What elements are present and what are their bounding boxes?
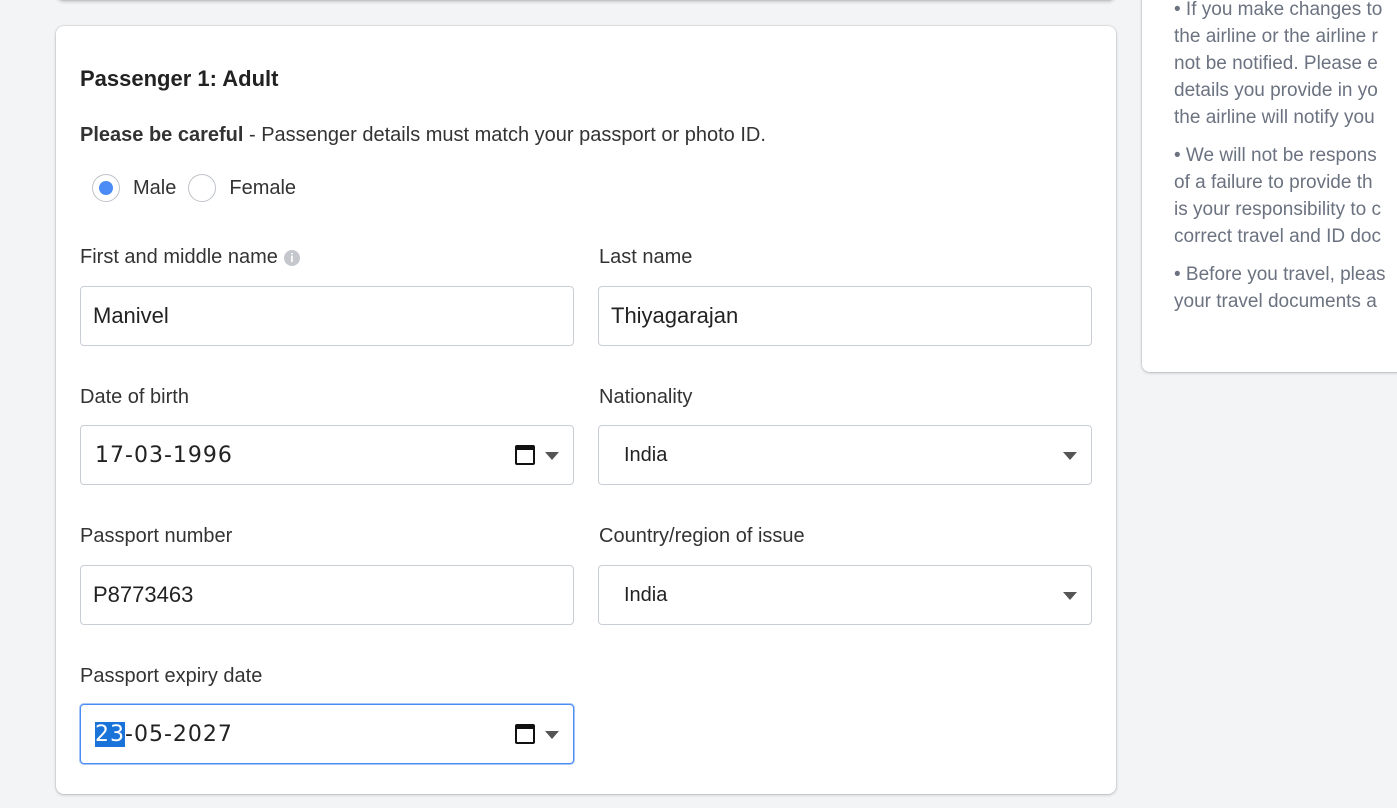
- passport-number-input[interactable]: P8773463: [80, 565, 574, 625]
- expiry-day[interactable]: 23: [95, 721, 125, 747]
- last-name-label: Last name: [599, 246, 693, 268]
- male-label[interactable]: Male: [133, 177, 176, 200]
- expiry-label: Passport expiry date: [80, 665, 263, 687]
- info-line: is your responsibility to c: [1174, 199, 1381, 220]
- nationality-label: Nationality: [599, 386, 693, 408]
- expiry-separator: -: [163, 721, 173, 747]
- info-line: the airline will notify you: [1174, 107, 1375, 128]
- chevron-down-icon: [1063, 452, 1077, 460]
- info-line: • Before you travel, pleas: [1174, 264, 1386, 285]
- nationality-select[interactable]: India: [598, 425, 1092, 485]
- male-radio[interactable]: [92, 174, 120, 202]
- passenger-notice: Please be careful - Passenger details mu…: [80, 124, 766, 147]
- dob-label: Date of birth: [80, 386, 189, 408]
- first-name-input[interactable]: Manivel: [80, 286, 574, 346]
- first-name-label-text: First and middle name: [80, 246, 278, 268]
- dob-month[interactable]: 03: [134, 443, 164, 468]
- last-name-value: Thiyagarajan: [611, 303, 739, 328]
- dob-day[interactable]: 17: [95, 443, 125, 468]
- expiry-year[interactable]: 2027: [173, 722, 233, 747]
- info-line: correct travel and ID doc: [1174, 226, 1381, 247]
- info-line: of a failure to provide th: [1174, 172, 1373, 193]
- issue-country-select[interactable]: India: [598, 565, 1092, 625]
- passport-number-value: P8773463: [93, 582, 194, 607]
- info-line: • We will not be respons: [1174, 145, 1377, 166]
- info-line: the airline or the airline r: [1174, 26, 1378, 47]
- notice-text: - Passenger details must match your pass…: [243, 124, 766, 146]
- passport-number-label: Passport number: [80, 525, 233, 547]
- important-info-text: • If you make changes to the airline or …: [1174, 0, 1397, 326]
- chevron-down-icon: [1063, 592, 1077, 600]
- calendar-icon[interactable]: [515, 445, 535, 465]
- calendar-icon[interactable]: [515, 724, 535, 744]
- nationality-value: India: [624, 443, 668, 466]
- expiry-separator: -: [125, 721, 134, 747]
- info-paragraph: • Before you travel, pleas your travel d…: [1174, 261, 1397, 315]
- issue-country-value: India: [624, 583, 668, 606]
- female-label[interactable]: Female: [229, 177, 296, 200]
- info-line: not be notified. Please e: [1174, 53, 1378, 74]
- info-paragraph: • We will not be respons of a failure to…: [1174, 142, 1397, 250]
- expiry-month[interactable]: 05: [134, 722, 164, 747]
- important-info-panel: • If you make changes to the airline or …: [1142, 0, 1397, 372]
- dob-year[interactable]: 1996: [173, 443, 233, 468]
- info-paragraph: • If you make changes to the airline or …: [1174, 0, 1397, 131]
- passenger-title: Passenger 1: Adult: [80, 66, 279, 91]
- issue-country-label: Country/region of issue: [599, 525, 805, 547]
- first-name-value: Manivel: [93, 303, 169, 328]
- info-line: details you provide in yo: [1174, 80, 1378, 101]
- first-name-label: First and middle name i: [80, 246, 300, 269]
- dob-value: 17-03-1996: [81, 443, 233, 468]
- info-line: your travel documents a: [1174, 291, 1377, 312]
- gender-radio-group: Male Female: [92, 174, 308, 202]
- radio-selected-dot: [99, 181, 113, 195]
- last-name-input[interactable]: Thiyagarajan: [598, 286, 1092, 346]
- scroll-fade: [1142, 312, 1397, 372]
- info-line: • If you make changes to: [1174, 0, 1383, 20]
- expiry-value: 23-05-2027: [81, 721, 233, 747]
- dob-separator: -: [125, 442, 134, 468]
- dob-input[interactable]: 17-03-1996: [80, 425, 574, 485]
- dob-separator: -: [163, 442, 173, 468]
- chevron-down-icon[interactable]: [545, 731, 559, 739]
- info-icon[interactable]: i: [283, 250, 300, 266]
- female-radio[interactable]: [188, 174, 217, 202]
- chevron-down-icon[interactable]: [545, 452, 559, 460]
- expiry-date-input[interactable]: 23-05-2027: [80, 704, 574, 764]
- notice-bold: Please be careful: [80, 124, 244, 146]
- passenger-card: Passenger 1: Adult Please be careful - P…: [56, 26, 1116, 794]
